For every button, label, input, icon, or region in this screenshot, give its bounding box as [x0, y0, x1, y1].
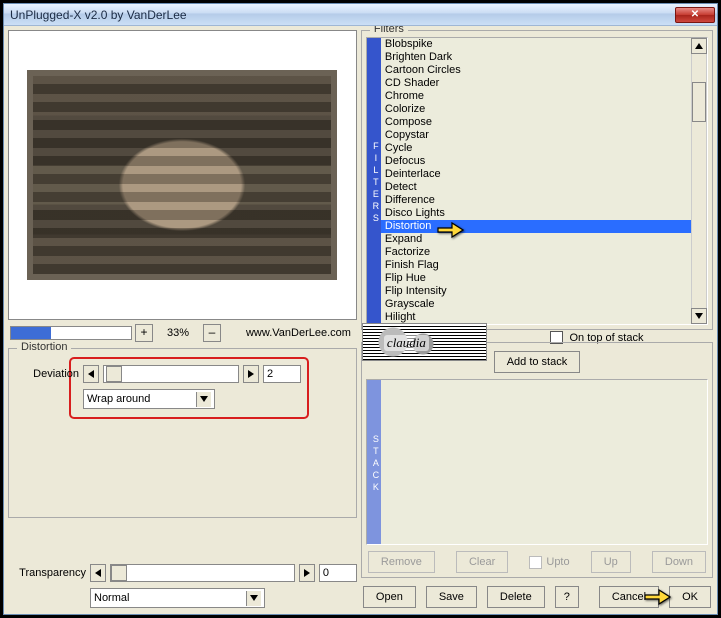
open-button[interactable]: Open	[363, 586, 416, 608]
filters-listbox[interactable]: BlobspikeBrighten DarkCartoon CirclesCD …	[381, 38, 691, 324]
preview-panel	[8, 30, 357, 320]
deviation-dec-button[interactable]	[83, 365, 99, 383]
filters-scrollbar[interactable]	[691, 38, 707, 324]
remove-button[interactable]: Remove	[368, 551, 435, 573]
delete-button[interactable]: Delete	[487, 586, 545, 608]
filters-group: Filters FILTERS BlobspikeBrighten DarkCa…	[361, 30, 713, 330]
zoom-bar[interactable]	[10, 326, 132, 340]
stack-listbox[interactable]	[381, 380, 707, 544]
filter-item[interactable]: Detect	[381, 181, 691, 194]
scroll-track[interactable]	[691, 54, 707, 308]
scroll-up-button[interactable]	[691, 38, 707, 54]
scroll-down-button[interactable]	[691, 308, 707, 324]
chevron-down-icon	[196, 392, 211, 407]
zoom-percent: 33%	[156, 327, 200, 339]
deviation-inc-button[interactable]	[243, 365, 259, 383]
clear-button[interactable]: Clear	[456, 551, 508, 573]
window-title: UnPlugged-X v2.0 by VanDerLee	[10, 8, 675, 22]
add-to-stack-button[interactable]: Add to stack	[494, 351, 581, 373]
filter-item[interactable]: Grayscale	[381, 298, 691, 311]
filter-item[interactable]: CD Shader	[381, 77, 691, 90]
highlight-box: Deviation Wrap around	[69, 357, 309, 419]
arrow-right-icon	[304, 569, 310, 577]
close-button[interactable]: ✕	[675, 7, 715, 23]
filter-item[interactable]: Difference	[381, 194, 691, 207]
filter-item[interactable]: Distortion	[381, 220, 691, 233]
deviation-slider[interactable]	[103, 365, 239, 383]
titlebar: UnPlugged-X v2.0 by VanDerLee ✕	[4, 4, 717, 26]
down-button[interactable]: Down	[652, 551, 706, 573]
decor-label: claudia	[384, 335, 429, 351]
arrow-down-icon	[695, 313, 703, 319]
filter-item[interactable]: Chrome	[381, 90, 691, 103]
filter-item[interactable]: Flip Intensity	[381, 285, 691, 298]
filters-rail: FILTERS	[367, 38, 381, 324]
filter-item[interactable]: Blobspike	[381, 38, 691, 51]
deviation-input[interactable]	[263, 365, 301, 383]
wrap-combo[interactable]: Wrap around	[83, 389, 215, 409]
transparency-label: Transparency	[8, 567, 86, 579]
zoom-fill	[11, 327, 51, 339]
filter-item[interactable]: Defocus	[381, 155, 691, 168]
zoom-out-button[interactable]: –	[203, 324, 221, 342]
arrow-right-icon	[248, 370, 254, 378]
filters-legend: Filters	[370, 26, 408, 35]
transparency-dec-button[interactable]	[90, 564, 106, 582]
filter-item[interactable]: Factorize	[381, 246, 691, 259]
up-button[interactable]: Up	[591, 551, 631, 573]
dialog-button-row: Open Save Delete ? Cancel OK	[361, 578, 713, 610]
transparency-slider[interactable]	[110, 564, 295, 582]
wrap-combo-label: Wrap around	[87, 393, 192, 405]
filter-item[interactable]: Deinterlace	[381, 168, 691, 181]
preview-image	[27, 70, 337, 280]
arrow-left-icon	[88, 370, 94, 378]
filter-item[interactable]: Flip Hue	[381, 272, 691, 285]
deviation-label: Deviation	[17, 368, 79, 380]
upto-label: Upto	[546, 556, 569, 568]
zoom-in-button[interactable]: +	[135, 324, 153, 342]
filter-item[interactable]: Colorize	[381, 103, 691, 116]
blend-mode-combo[interactable]: Normal	[90, 588, 265, 608]
filter-item[interactable]: Expand	[381, 233, 691, 246]
save-button[interactable]: Save	[426, 586, 477, 608]
blend-mode-label: Normal	[94, 592, 242, 604]
filter-item[interactable]: Finish Flag	[381, 259, 691, 272]
transparency-panel: Transparency Normal	[8, 564, 357, 610]
upto-checkbox[interactable]	[529, 556, 542, 569]
help-button[interactable]: ?	[555, 586, 579, 608]
chevron-down-icon	[246, 591, 261, 606]
filter-item[interactable]: Cycle	[381, 142, 691, 155]
ok-button[interactable]: OK	[669, 586, 711, 608]
slider-thumb[interactable]	[111, 565, 127, 581]
filter-item[interactable]: Brighten Dark	[381, 51, 691, 64]
vendor-link[interactable]: www.VanDerLee.com	[246, 327, 351, 339]
transparency-inc-button[interactable]	[299, 564, 315, 582]
transparency-input[interactable]	[319, 564, 357, 582]
cancel-button[interactable]: Cancel	[599, 586, 659, 608]
scroll-thumb[interactable]	[692, 82, 706, 122]
filter-item[interactable]: Disco Lights	[381, 207, 691, 220]
arrow-left-icon	[95, 569, 101, 577]
distortion-group: Distortion Deviation Wrap around	[8, 348, 357, 518]
filter-item[interactable]: Copystar	[381, 129, 691, 142]
arrow-up-icon	[695, 43, 703, 49]
close-icon: ✕	[691, 9, 699, 20]
filter-item[interactable]: Cartoon Circles	[381, 64, 691, 77]
stack-group: Add to stack STACK Remove Clear Upto Up	[361, 342, 713, 578]
filter-item[interactable]: Compose	[381, 116, 691, 129]
distortion-legend: Distortion	[17, 341, 71, 353]
stack-rail: STACK	[367, 380, 381, 544]
slider-thumb[interactable]	[106, 366, 122, 382]
